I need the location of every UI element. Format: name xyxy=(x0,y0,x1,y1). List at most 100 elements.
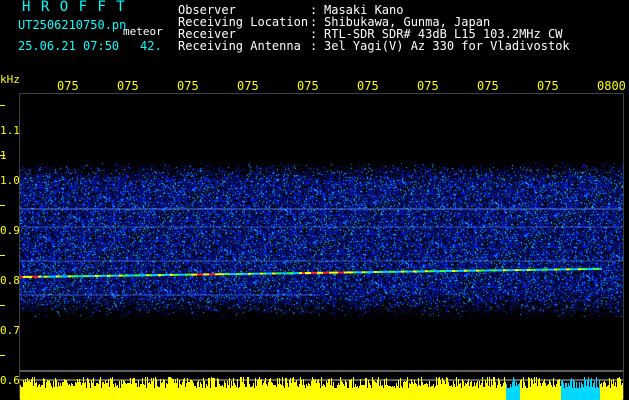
carrier-segment xyxy=(446,270,449,272)
carrier-segment xyxy=(566,268,569,271)
histogram-bar xyxy=(485,380,486,400)
histogram-bar xyxy=(201,384,202,400)
histogram-bar xyxy=(307,386,308,400)
histogram-bar xyxy=(190,380,191,400)
carrier-segment xyxy=(26,275,29,278)
histogram-bar xyxy=(26,382,27,400)
histogram-bar xyxy=(323,384,324,400)
histogram-bar xyxy=(443,380,444,400)
histogram-bar xyxy=(158,387,159,400)
histogram-bar xyxy=(545,383,546,400)
carrier-segment xyxy=(392,270,395,273)
carrier-segment xyxy=(89,275,92,277)
histogram-bar xyxy=(574,381,575,400)
histogram-bar xyxy=(103,382,104,400)
histogram-bar xyxy=(47,380,48,400)
carrier-segment xyxy=(83,275,86,278)
histogram-bar xyxy=(231,381,232,400)
histogram-bar xyxy=(114,387,115,400)
histogram-bar xyxy=(94,386,95,400)
carrier-segment xyxy=(461,269,464,272)
histogram-bar xyxy=(187,378,188,400)
histogram-bar xyxy=(313,379,314,400)
histogram-bar xyxy=(371,388,372,400)
histogram-bar xyxy=(358,388,359,400)
histogram-bar xyxy=(161,383,162,400)
histogram-bar xyxy=(76,383,77,400)
histogram-bar xyxy=(595,388,596,400)
carrier-segment xyxy=(467,269,470,272)
histogram-bar xyxy=(351,379,352,400)
histogram-bar xyxy=(138,380,139,400)
histogram-bar xyxy=(236,387,237,400)
histogram-bar xyxy=(304,385,305,400)
histogram-bar xyxy=(57,387,58,400)
carrier-segment xyxy=(41,275,44,278)
histogram-bar xyxy=(245,387,246,400)
histogram-bar xyxy=(184,378,185,400)
histogram-bar xyxy=(118,388,119,400)
histogram-bar xyxy=(246,387,247,400)
histogram-bar xyxy=(214,378,215,400)
carrier-segment xyxy=(212,273,215,276)
carrier-segment xyxy=(488,269,491,272)
histogram-bar xyxy=(59,386,60,400)
histogram-bar xyxy=(349,380,350,400)
histogram-bar xyxy=(448,382,449,400)
histogram-bar xyxy=(160,379,161,400)
histogram-bar xyxy=(155,377,156,400)
carrier-segment xyxy=(377,271,380,273)
carrier-segment xyxy=(95,274,98,277)
histogram-bar xyxy=(329,379,330,400)
histogram-bar xyxy=(146,388,147,400)
carrier-segment xyxy=(134,274,137,277)
histogram-bar xyxy=(90,388,91,400)
histogram-bar xyxy=(79,379,80,400)
histogram-bar xyxy=(607,386,608,400)
carrier-segment xyxy=(554,268,557,271)
histogram-bar xyxy=(529,378,530,400)
carrier-segment xyxy=(239,272,242,275)
histogram-bar xyxy=(604,381,605,400)
histogram-bar xyxy=(193,383,194,400)
carrier-segment xyxy=(593,268,596,270)
histogram-bar xyxy=(44,379,45,400)
carrier-segment xyxy=(407,270,410,273)
histogram-bar xyxy=(98,384,99,400)
histogram-bar xyxy=(136,383,137,400)
histogram-bar xyxy=(426,383,427,400)
histogram-bar xyxy=(36,382,37,400)
histogram-bar xyxy=(362,385,363,400)
histogram-bar xyxy=(151,378,152,400)
histogram-bar xyxy=(374,381,375,400)
histogram-bar xyxy=(440,380,441,400)
carrier-segment xyxy=(272,272,275,275)
carrier-segment xyxy=(320,271,323,274)
carrier-segment xyxy=(335,271,338,274)
carrier-segment xyxy=(278,272,281,275)
histogram-bar xyxy=(536,377,537,400)
histogram-bar xyxy=(466,384,467,400)
histogram-bar xyxy=(343,384,344,400)
carrier-segment xyxy=(440,270,443,273)
carrier-segment xyxy=(587,268,590,271)
histogram-bar xyxy=(401,386,402,400)
histogram-bar xyxy=(367,388,368,400)
carrier-segment xyxy=(422,270,425,273)
histogram-bar xyxy=(395,388,396,400)
carrier-segment xyxy=(458,269,461,272)
histogram-bar xyxy=(225,383,226,400)
histogram-bar xyxy=(473,386,474,400)
histogram-bar xyxy=(109,387,110,400)
carrier-segment xyxy=(557,268,560,271)
histogram-bar xyxy=(228,385,229,400)
histogram-bar xyxy=(28,381,29,400)
carrier-segment xyxy=(263,272,266,275)
histogram-bar xyxy=(328,379,329,400)
histogram-bar xyxy=(342,382,343,400)
histogram-bar xyxy=(605,383,606,400)
histogram-bar xyxy=(116,386,117,400)
histogram-bar xyxy=(306,384,307,400)
histogram-bar xyxy=(321,377,322,400)
carrier-segment xyxy=(428,270,431,273)
